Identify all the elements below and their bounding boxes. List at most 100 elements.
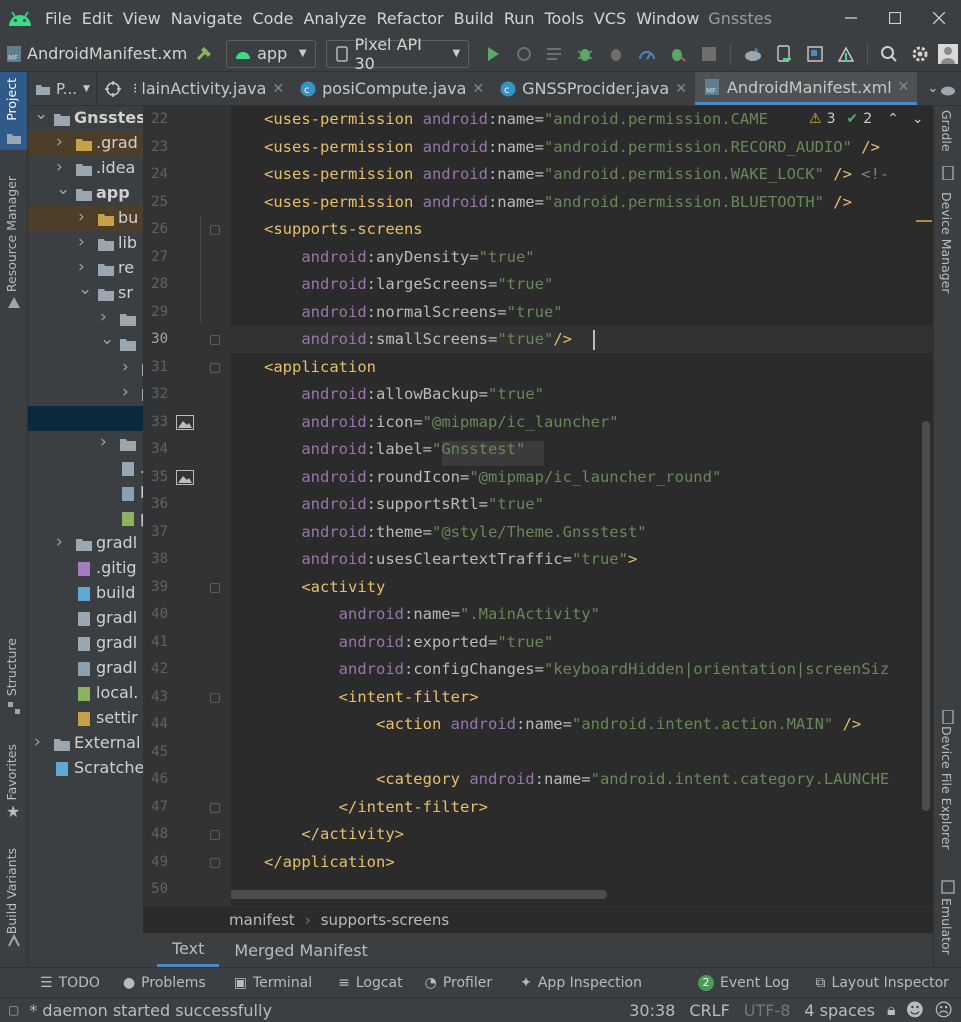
tree-item[interactable]: › gradl	[28, 531, 143, 556]
device-manager-icon[interactable]	[768, 40, 799, 68]
line-number[interactable]: 28	[143, 276, 168, 292]
indent-setting[interactable]: 4 spaces	[804, 1001, 875, 1020]
tree-item[interactable]: ⌄ Gnsstest	[28, 106, 143, 131]
user-avatar-icon[interactable]	[936, 40, 961, 68]
menu-navigate[interactable]: Navigate	[166, 9, 248, 28]
line-separator[interactable]: CRLF	[689, 1001, 729, 1020]
tree-item[interactable]: ›	[28, 381, 143, 406]
tree-item[interactable]: › lib	[28, 231, 143, 256]
image-preview-icon[interactable]	[176, 470, 194, 485]
tree-item[interactable]: ⌄	[28, 329, 143, 356]
emulator-tool-label[interactable]: Emulator	[939, 898, 954, 955]
line-number[interactable]: 50	[143, 881, 168, 897]
fold-marker-icon[interactable]	[210, 830, 220, 840]
menu-window[interactable]: Window	[631, 9, 704, 28]
line-number[interactable]: 29	[143, 304, 168, 320]
chevron-down-icon[interactable]: ⌄	[78, 279, 92, 299]
apply-code-changes-icon[interactable]	[539, 40, 570, 68]
todo-tool-button[interactable]: ☰ TODO	[40, 975, 100, 991]
tree-item[interactable]: › .grad	[28, 131, 143, 156]
line-number[interactable]: 41	[143, 634, 168, 650]
gradle-tool-label[interactable]: Gradle	[939, 110, 954, 152]
layout-inspector-tool-button[interactable]: ⧉ Layout Inspector	[816, 975, 949, 991]
breadcrumb-manifest[interactable]: manifest	[229, 911, 295, 929]
tree-item[interactable]: .g	[28, 456, 143, 481]
maximize-button[interactable]	[873, 0, 917, 36]
fold-marker-icon[interactable]	[210, 362, 220, 373]
chevron-right-icon[interactable]: ›	[56, 132, 63, 152]
status-panel-toggle-icon[interactable]: ▢	[8, 1003, 19, 1017]
menu-edit[interactable]: Edit	[77, 9, 118, 28]
settings-gear-icon[interactable]	[905, 40, 936, 68]
tree-item[interactable]: › .idea	[28, 156, 143, 181]
line-number[interactable]: 30	[143, 331, 168, 347]
menu-code[interactable]: Code	[248, 9, 299, 28]
tree-item[interactable]: ⌄ app	[28, 179, 143, 206]
inspection-widget[interactable]: ⚠ 3 ✔ 2 ⌃ ⌄	[809, 108, 933, 130]
fold-marker-icon[interactable]	[210, 857, 220, 868]
chevron-right-icon[interactable]: ›	[122, 357, 129, 377]
cursor-position[interactable]: 30:38	[629, 1001, 675, 1020]
make-project-hammer-icon[interactable]	[187, 40, 222, 68]
debug-icon[interactable]	[570, 40, 601, 68]
tree-item[interactable]: › External	[28, 731, 143, 756]
tree-item[interactable]: Scratche	[28, 756, 143, 781]
inspector-face-icon[interactable]: ☻	[905, 1000, 924, 1021]
minimize-button[interactable]	[829, 0, 873, 36]
stop-icon[interactable]	[694, 40, 725, 68]
tree-item[interactable]: pr	[28, 506, 143, 531]
line-number[interactable]: 46	[143, 771, 168, 787]
status-message[interactable]: * daemon started successfully	[29, 1001, 272, 1020]
line-number[interactable]: 40	[143, 606, 168, 622]
chevron-down-icon[interactable]: ⌄	[100, 329, 114, 349]
chevron-right-icon[interactable]: ›	[56, 157, 63, 177]
attach-debugger-icon[interactable]	[601, 40, 632, 68]
line-number[interactable]: 36	[143, 496, 168, 512]
chevron-right-icon[interactable]: ›	[34, 732, 41, 752]
line-number[interactable]: 35	[143, 469, 168, 485]
tree-item[interactable]: settir	[28, 706, 143, 731]
tab-posicompute[interactable]: c posiCompute.java ✕	[292, 72, 492, 105]
chevron-right-icon[interactable]: ›	[122, 382, 129, 402]
favorites-tool-label[interactable]: Favorites	[4, 744, 19, 800]
tree-item[interactable]: local.	[28, 681, 143, 706]
tree-item[interactable]: gradl	[28, 606, 143, 631]
line-number[interactable]: 33	[143, 414, 168, 430]
profiler-tool-button[interactable]: ◔ Profiler	[425, 975, 493, 991]
line-number[interactable]: 31	[143, 359, 168, 375]
attach-process-icon[interactable]	[663, 40, 694, 68]
horizontal-scrollbar[interactable]	[231, 890, 607, 899]
line-number[interactable]: 37	[143, 524, 168, 540]
feedback-face-icon[interactable]: ☹	[934, 1000, 953, 1021]
fold-marker-icon[interactable]	[210, 802, 220, 813]
line-number[interactable]: 42	[143, 661, 168, 677]
resource-manager-tool-label[interactable]: Resource Manager	[4, 176, 19, 292]
app-inspection-tool-button[interactable]: ✦ App Inspection	[520, 975, 642, 991]
menu-refactor[interactable]: Refactor	[372, 9, 449, 28]
fold-marker-icon[interactable]	[210, 692, 220, 703]
breadcrumb-file-label[interactable]: AndroidManifest.xm	[27, 44, 187, 63]
previous-highlight-icon[interactable]: ⌃	[887, 111, 899, 127]
tree-item[interactable]: bu	[28, 481, 143, 506]
line-number[interactable]: 39	[143, 579, 168, 595]
chevron-down-icon[interactable]: ⌄	[34, 106, 48, 124]
tree-item[interactable]: ›	[28, 356, 143, 381]
tree-item[interactable]	[28, 406, 143, 431]
code-editor[interactable]: ⚠ 3 ✔ 2 ⌃ ⌄ <uses-permission android:name=…	[231, 106, 933, 906]
line-number[interactable]: 45	[143, 744, 168, 760]
line-number[interactable]: 49	[143, 854, 168, 870]
line-number[interactable]: 32	[143, 386, 168, 402]
close-tab-icon[interactable]: ✕	[898, 79, 910, 95]
tree-item[interactable]: ⌄ sr	[28, 279, 143, 306]
line-number[interactable]: 23	[143, 139, 168, 155]
close-tab-icon[interactable]: ✕	[675, 81, 687, 97]
run-icon[interactable]	[477, 40, 508, 68]
chevron-down-icon[interactable]: ⌄	[56, 179, 70, 199]
line-number[interactable]: 24	[143, 166, 168, 182]
line-number[interactable]: 34	[143, 441, 168, 457]
menu-view[interactable]: View	[118, 9, 166, 28]
chevron-right-icon[interactable]: ›	[78, 257, 85, 277]
project-panel-header[interactable]: P... ▼	[28, 72, 97, 105]
tree-item[interactable]: .gitig	[28, 556, 143, 581]
chevron-right-icon[interactable]: ›	[78, 232, 85, 252]
